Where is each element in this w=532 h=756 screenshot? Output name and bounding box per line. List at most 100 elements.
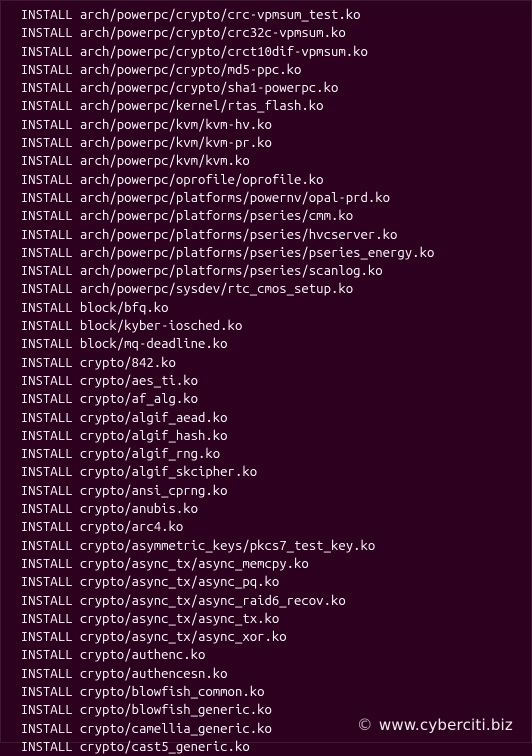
module-path: crypto/algif_aead.ko: [80, 409, 228, 427]
terminal-line: INSTALL crypto/async_tx/async_raid6_reco…: [6, 592, 531, 610]
terminal-line: INSTALL crypto/aes_ti.ko: [6, 372, 531, 390]
install-prefix: INSTALL: [6, 43, 80, 61]
install-prefix: INSTALL: [6, 701, 80, 719]
terminal-line: INSTALL arch/powerpc/platforms/pseries/p…: [6, 244, 531, 262]
module-path: crypto/async_tx/async_pq.ko: [80, 573, 279, 591]
terminal-line: INSTALL arch/powerpc/platforms/pseries/s…: [6, 262, 531, 280]
terminal-line: INSTALL arch/powerpc/kvm/kvm-hv.ko: [6, 116, 531, 134]
terminal-line: INSTALL block/bfq.ko: [6, 299, 531, 317]
module-path: arch/powerpc/kvm/kvm-hv.ko: [80, 116, 272, 134]
install-prefix: INSTALL: [6, 354, 80, 372]
install-prefix: INSTALL: [6, 427, 80, 445]
install-prefix: INSTALL: [6, 683, 80, 701]
install-prefix: INSTALL: [6, 665, 80, 683]
module-path: crypto/camellia_generic.ko: [80, 720, 272, 738]
module-path: arch/powerpc/crypto/crc-vpmsum_test.ko: [80, 6, 361, 24]
terminal-line: INSTALL crypto/blowfish_common.ko: [6, 683, 531, 701]
module-path: crypto/ansi_cprng.ko: [80, 482, 228, 500]
terminal-line: INSTALL arch/powerpc/sysdev/rtc_cmos_set…: [6, 280, 531, 298]
install-prefix: INSTALL: [6, 445, 80, 463]
install-prefix: INSTALL: [6, 134, 80, 152]
terminal-line: INSTALL crypto/algif_aead.ko: [6, 409, 531, 427]
terminal-line: INSTALL crypto/ansi_cprng.ko: [6, 482, 531, 500]
module-path: crypto/algif_rng.ko: [80, 445, 220, 463]
module-path: crypto/blowfish_common.ko: [80, 683, 265, 701]
install-prefix: INSTALL: [6, 152, 80, 170]
module-path: crypto/authencesn.ko: [80, 665, 228, 683]
install-prefix: INSTALL: [6, 518, 80, 536]
terminal-line: INSTALL arch/powerpc/platforms/pseries/h…: [6, 226, 531, 244]
module-path: crypto/async_tx/async_memcpy.ko: [80, 555, 309, 573]
terminal-line: INSTALL arch/powerpc/crypto/crct10dif-vp…: [6, 43, 531, 61]
terminal-line: INSTALL crypto/af_alg.ko: [6, 390, 531, 408]
terminal-line: INSTALL crypto/camellia_generic.ko: [6, 720, 531, 738]
module-path: arch/powerpc/crypto/sha1-powerpc.ko: [80, 79, 338, 97]
install-prefix: INSTALL: [6, 720, 80, 738]
module-path: crypto/async_tx/async_xor.ko: [80, 628, 287, 646]
install-prefix: INSTALL: [6, 409, 80, 427]
install-prefix: INSTALL: [6, 116, 80, 134]
install-prefix: INSTALL: [6, 244, 80, 262]
terminal-line: INSTALL arch/powerpc/kvm/kvm-pr.ko: [6, 134, 531, 152]
module-path: crypto/842.ko: [80, 354, 176, 372]
terminal-line: INSTALL block/mq-deadline.ko: [6, 335, 531, 353]
module-path: arch/powerpc/platforms/pseries/hvcserver…: [80, 226, 398, 244]
install-prefix: INSTALL: [6, 317, 80, 335]
install-prefix: INSTALL: [6, 390, 80, 408]
install-prefix: INSTALL: [6, 189, 80, 207]
install-prefix: INSTALL: [6, 97, 80, 115]
install-prefix: INSTALL: [6, 555, 80, 573]
module-path: crypto/blowfish_generic.ko: [80, 701, 272, 719]
terminal-line: INSTALL crypto/algif_rng.ko: [6, 445, 531, 463]
module-path: crypto/arc4.ko: [80, 518, 183, 536]
install-prefix: INSTALL: [6, 226, 80, 244]
module-path: crypto/cast5_generic.ko: [80, 738, 250, 756]
terminal-line: INSTALL arch/powerpc/kvm/kvm.ko: [6, 152, 531, 170]
install-prefix: INSTALL: [6, 299, 80, 317]
module-path: arch/powerpc/platforms/pseries/scanlog.k…: [80, 262, 383, 280]
module-path: arch/powerpc/platforms/pseries/cmm.ko: [80, 207, 353, 225]
terminal-line: INSTALL arch/powerpc/crypto/sha1-powerpc…: [6, 79, 531, 97]
terminal-line: INSTALL arch/powerpc/kernel/rtas_flash.k…: [6, 97, 531, 115]
install-prefix: INSTALL: [6, 463, 80, 481]
terminal-line: INSTALL crypto/async_tx/async_xor.ko: [6, 628, 531, 646]
module-path: block/bfq.ko: [80, 299, 169, 317]
module-path: arch/powerpc/kvm/kvm-pr.ko: [80, 134, 272, 152]
module-path: arch/powerpc/crypto/crc32c-vpmsum.ko: [80, 24, 346, 42]
terminal-line: INSTALL crypto/asymmetric_keys/pkcs7_tes…: [6, 537, 531, 555]
terminal-line: INSTALL crypto/async_tx/async_memcpy.ko: [6, 555, 531, 573]
module-path: crypto/anubis.ko: [80, 500, 198, 518]
module-path: arch/powerpc/oprofile/oprofile.ko: [80, 171, 324, 189]
module-path: arch/powerpc/platforms/pseries/pseries_e…: [80, 244, 434, 262]
terminal-line: INSTALL arch/powerpc/crypto/md5-ppc.ko: [6, 61, 531, 79]
install-prefix: INSTALL: [6, 500, 80, 518]
module-path: arch/powerpc/kvm/kvm.ko: [80, 152, 250, 170]
module-path: crypto/aes_ti.ko: [80, 372, 198, 390]
install-prefix: INSTALL: [6, 372, 80, 390]
install-prefix: INSTALL: [6, 537, 80, 555]
terminal-line: INSTALL crypto/algif_skcipher.ko: [6, 463, 531, 481]
install-prefix: INSTALL: [6, 592, 80, 610]
install-prefix: INSTALL: [6, 482, 80, 500]
terminal-line: INSTALL crypto/cast5_generic.ko: [6, 738, 531, 756]
terminal-line: INSTALL block/kyber-iosched.ko: [6, 317, 531, 335]
install-prefix: INSTALL: [6, 573, 80, 591]
module-path: arch/powerpc/kernel/rtas_flash.ko: [80, 97, 324, 115]
install-prefix: INSTALL: [6, 207, 80, 225]
terminal-line: INSTALL arch/powerpc/crypto/crc-vpmsum_t…: [6, 6, 531, 24]
terminal-line: INSTALL arch/powerpc/platforms/pseries/c…: [6, 207, 531, 225]
install-prefix: INSTALL: [6, 610, 80, 628]
terminal-line: INSTALL crypto/arc4.ko: [6, 518, 531, 536]
terminal-line: INSTALL crypto/anubis.ko: [6, 500, 531, 518]
module-path: arch/powerpc/sysdev/rtc_cmos_setup.ko: [80, 280, 353, 298]
module-path: block/kyber-iosched.ko: [80, 317, 242, 335]
module-path: arch/powerpc/crypto/crct10dif-vpmsum.ko: [80, 43, 368, 61]
install-prefix: INSTALL: [6, 262, 80, 280]
terminal-line: INSTALL crypto/authencesn.ko: [6, 665, 531, 683]
install-prefix: INSTALL: [6, 335, 80, 353]
terminal-line: INSTALL arch/powerpc/crypto/crc32c-vpmsu…: [6, 24, 531, 42]
install-prefix: INSTALL: [6, 738, 80, 756]
install-prefix: INSTALL: [6, 646, 80, 664]
terminal-line: INSTALL crypto/blowfish_generic.ko: [6, 701, 531, 719]
module-path: arch/powerpc/crypto/md5-ppc.ko: [80, 61, 302, 79]
